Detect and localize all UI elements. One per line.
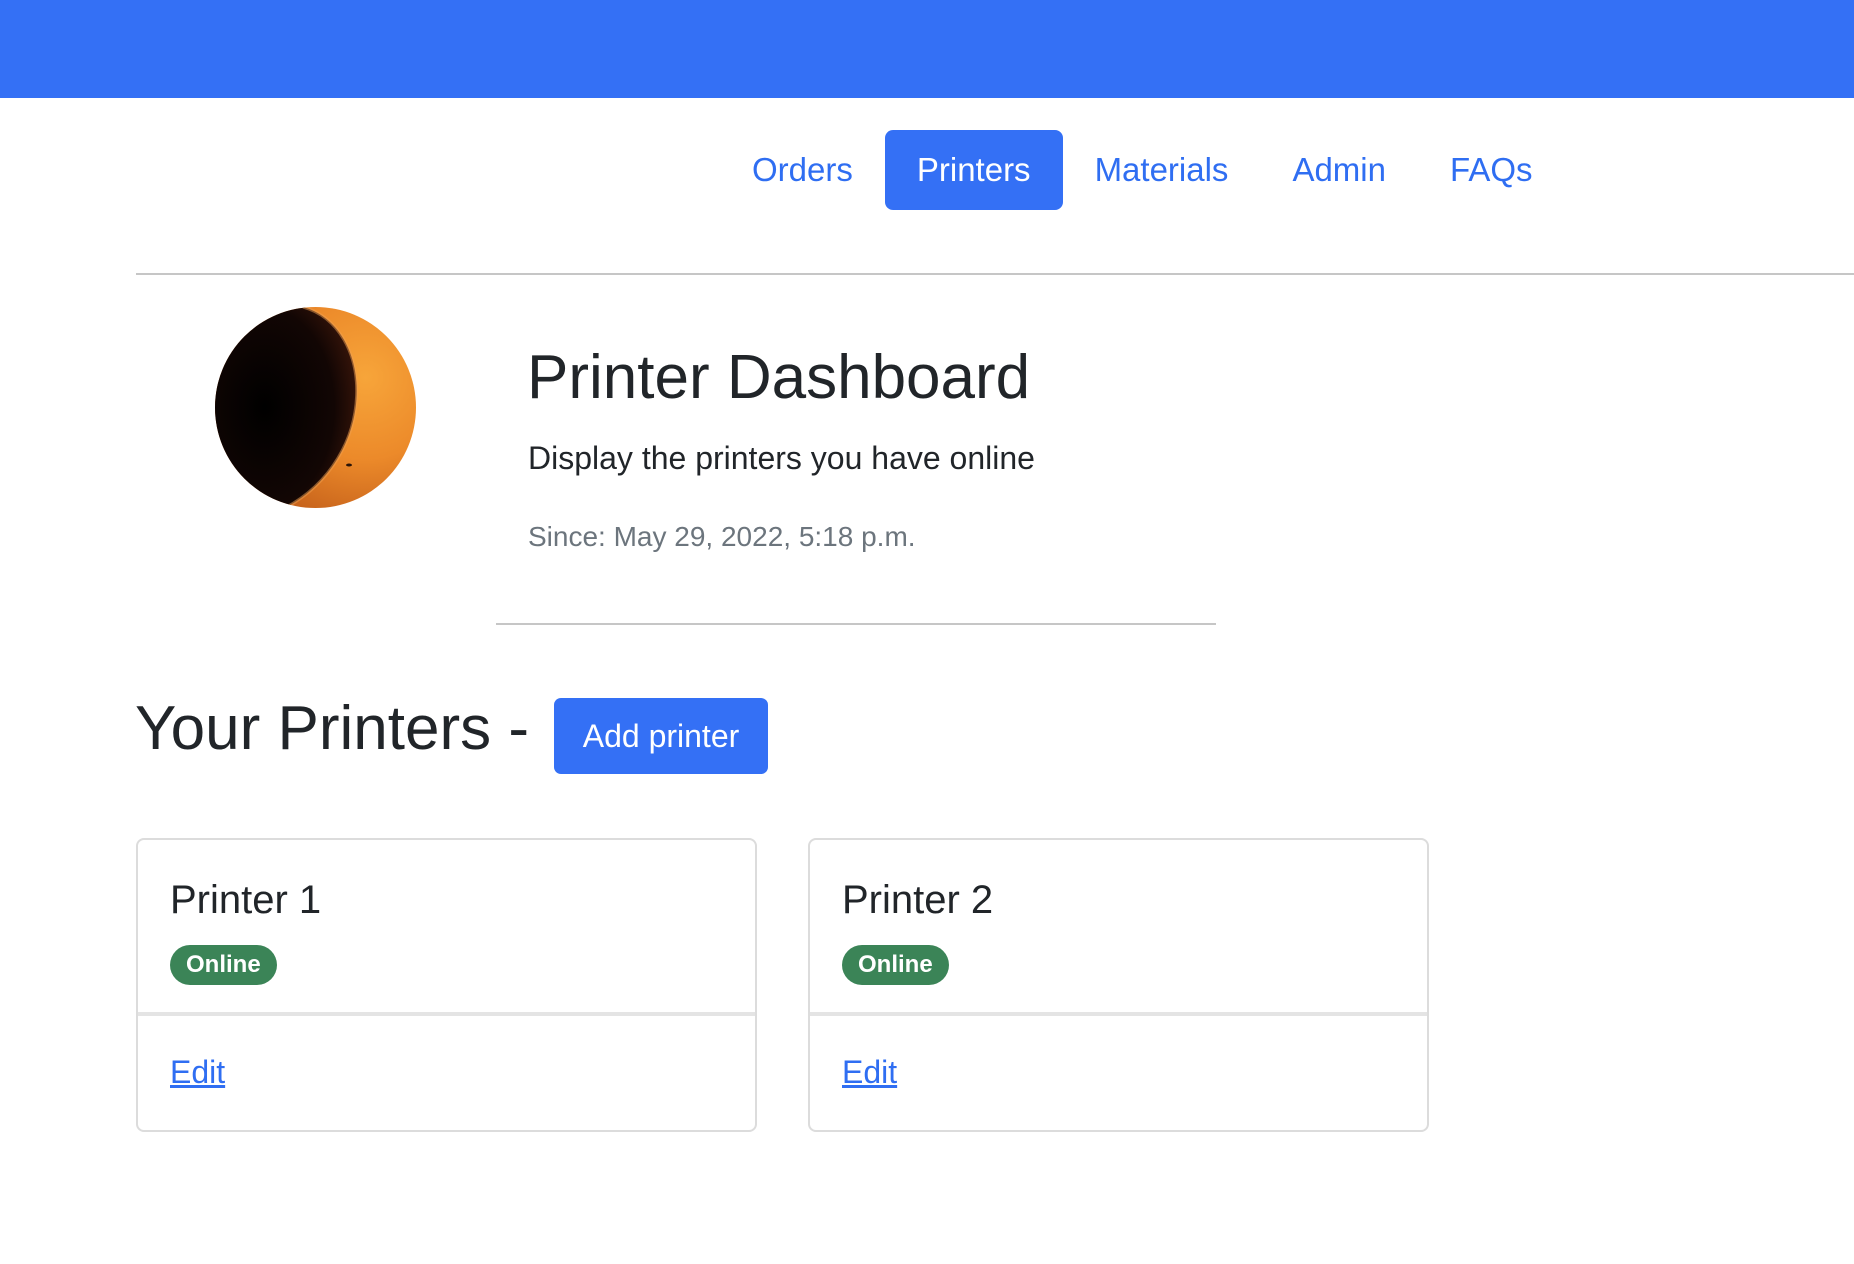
- avatar: [215, 307, 416, 508]
- profile-image: [215, 307, 416, 508]
- printer-name: Printer 2: [842, 878, 994, 922]
- status-badge: Online: [842, 945, 949, 985]
- nav-materials[interactable]: Materials: [1063, 130, 1261, 210]
- divider-middle: [496, 623, 1216, 625]
- status-badge: Online: [170, 945, 277, 985]
- printer-card-body: Printer 1 Online: [138, 840, 755, 1016]
- printers-section-heading: Your Printers -: [135, 694, 529, 763]
- printer-card: Printer 2 Online Edit: [808, 838, 1429, 1132]
- edit-printer-link[interactable]: Edit: [842, 1052, 897, 1092]
- page-subtitle: Display the printers you have online: [528, 440, 1035, 476]
- printer-card-footer: Edit: [810, 1016, 1427, 1130]
- add-printer-button[interactable]: Add printer: [554, 698, 768, 774]
- nav-printers[interactable]: Printers: [884, 130, 1063, 210]
- since-timestamp: Since: May 29, 2022, 5:18 p.m.: [528, 521, 916, 552]
- printer-card: Printer 1 Online Edit: [136, 838, 757, 1132]
- nav-admin[interactable]: Admin: [1260, 130, 1418, 210]
- nav-orders[interactable]: Orders: [720, 130, 885, 210]
- page-title: Printer Dashboard: [527, 343, 1031, 412]
- printer-name: Printer 1: [170, 878, 322, 922]
- main-nav: Orders Printers Materials Admin FAQs: [720, 130, 1565, 210]
- edit-printer-link[interactable]: Edit: [170, 1052, 225, 1092]
- printer-card-footer: Edit: [138, 1016, 755, 1130]
- top-header-bar: [0, 0, 1854, 98]
- printer-card-body: Printer 2 Online: [810, 840, 1427, 1016]
- divider-top: [136, 273, 1854, 275]
- nav-faqs[interactable]: FAQs: [1418, 130, 1565, 210]
